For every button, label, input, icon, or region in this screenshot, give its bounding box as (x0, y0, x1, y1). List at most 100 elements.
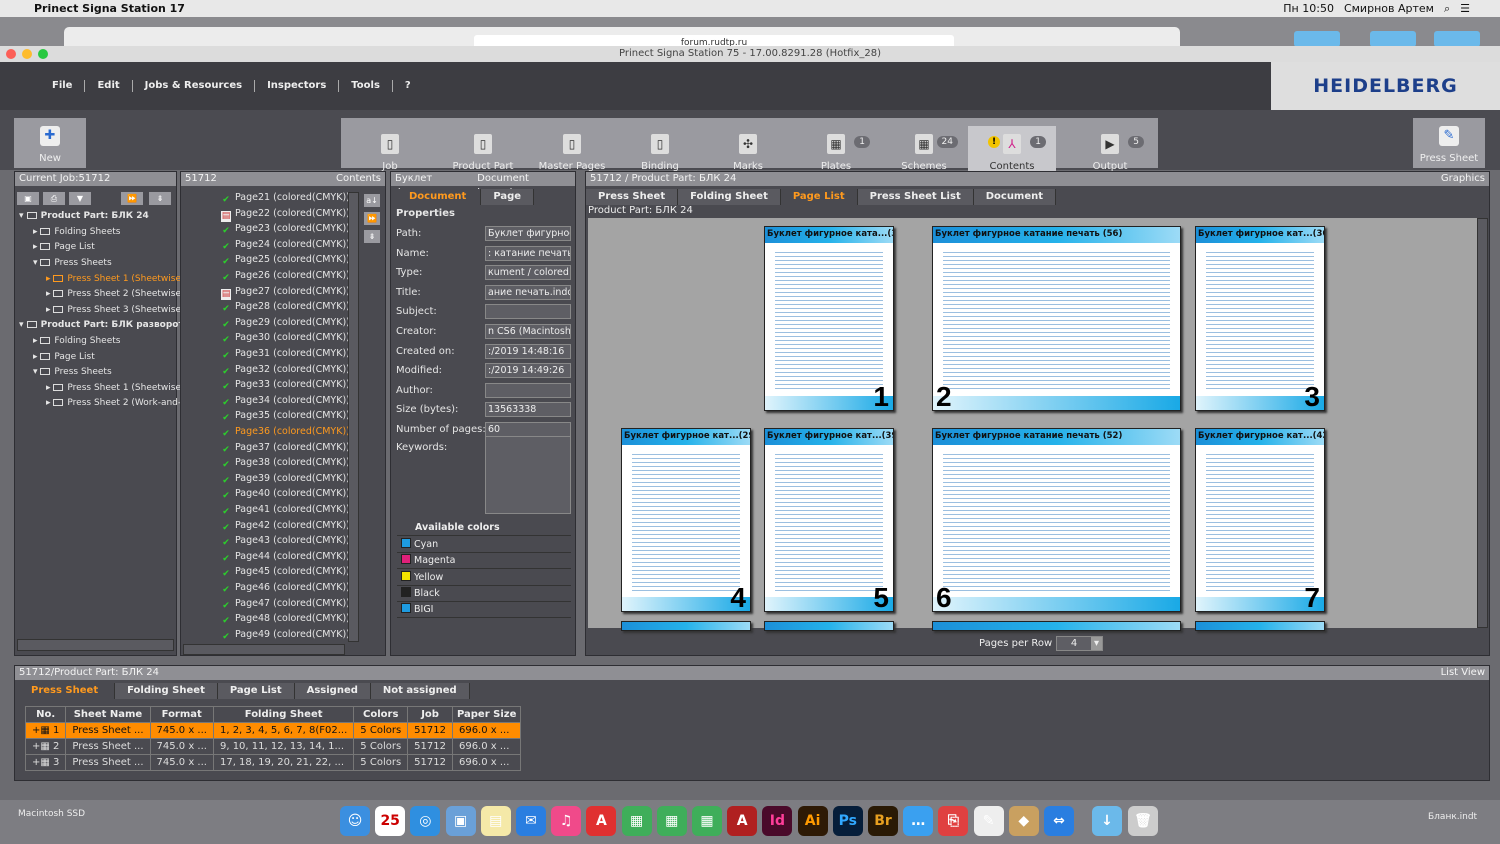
menu-jobs-resources[interactable]: Jobs & Resources (133, 80, 256, 92)
horizontal-scrollbar[interactable] (17, 639, 174, 651)
page-list-item[interactable]: ✔ Page44 (colored(CMYK)) (221, 551, 350, 565)
fast-forward-icon[interactable]: ⏩ (364, 212, 380, 225)
dock-acrobat-pro-icon[interactable]: A (727, 806, 758, 836)
fast-forward-icon[interactable]: ⏩ (121, 192, 143, 205)
color-row[interactable]: Magenta (397, 553, 571, 570)
dock-notes-icon[interactable]: ▤ (480, 806, 511, 836)
page-list-item[interactable]: ▤ Page22 (colored(CMYK)) (221, 208, 350, 222)
page-list-item[interactable]: ✔ Page45 (colored(CMYK)) (221, 566, 350, 580)
dock-finder-icon[interactable]: ☺ (340, 806, 370, 836)
tab-not-assigned[interactable]: Not assigned (370, 683, 470, 699)
property-value-field[interactable]: :/2019 14:49:26 (485, 363, 571, 379)
tab-page-list[interactable]: Page List (217, 683, 295, 699)
dock-teamviewer-icon[interactable]: ⇔ (1044, 806, 1074, 836)
pages-per-row-select[interactable]: 4 ▾ (1056, 636, 1103, 651)
property-value-field[interactable]: n CS6 (Macintosh) (485, 324, 571, 339)
page-thumbnail[interactable] (621, 621, 751, 631)
property-value-field[interactable]: : катание печать (485, 245, 571, 261)
keywords-field[interactable] (485, 436, 571, 514)
step-job[interactable]: ▯ Job (346, 126, 434, 176)
page-list-item[interactable]: ✔ Page41 (colored(CMYK)) (221, 504, 350, 518)
property-value-field[interactable] (485, 382, 571, 398)
dock-safari-icon[interactable]: ◎ (410, 806, 441, 836)
folder-icon[interactable] (1434, 31, 1480, 47)
step-binding[interactable]: ▯ Binding (616, 126, 704, 176)
dock-installer-icon[interactable]: ◆ (1008, 806, 1039, 836)
tree-item[interactable]: ▾ Product Part: БЛК 24 (19, 211, 149, 221)
tab-press-sheet-list[interactable]: Press Sheet List (857, 189, 974, 205)
table-row[interactable]: +▦ 3 Press Sheet ... 745.0 x ... 17, 18, 19… (24, 754, 522, 771)
step-product-part[interactable]: ▯ Product Part (439, 126, 527, 176)
tab-folding-sheet[interactable]: Folding Sheet (115, 683, 218, 699)
user-name[interactable]: Смирнов Артем (1344, 2, 1434, 16)
page-list-item[interactable]: ✔ Page21 (colored(CMYK)) (221, 192, 350, 206)
page-thumbnail[interactable] (1195, 621, 1325, 631)
sort-icon[interactable]: a↓ (364, 194, 380, 207)
page-thumbnail[interactable]: Буклет фигурное кат...(29) 4 (621, 428, 751, 612)
print-icon[interactable]: ⎙ (43, 192, 65, 205)
step-schemes[interactable]: ▦ 24 Schemes (880, 126, 968, 176)
desktop-file-label[interactable]: Бланк.indt (1428, 812, 1477, 822)
tab-document[interactable]: Document (395, 189, 482, 205)
notification-center-icon[interactable]: ☰ (1460, 2, 1470, 16)
dock-textedit-icon[interactable]: ✎ (973, 806, 1004, 836)
dock-acrobat-icon[interactable]: A (586, 806, 617, 836)
new-button[interactable]: ✚ New (14, 118, 86, 168)
page-list-item[interactable]: ✔ Page33 (colored(CMYK)) (221, 379, 350, 393)
tab-page[interactable]: Page (481, 189, 535, 205)
dock-downloads-icon[interactable]: ↓ (1092, 806, 1122, 836)
page-list-item[interactable]: ✔ Page49 (colored(CMYK)) (221, 629, 350, 643)
page-list-item[interactable]: ✔ Page42 (colored(CMYK)) (221, 520, 350, 534)
tree-item[interactable]: ▾ Press Sheets (33, 258, 112, 268)
folder-icon[interactable] (1370, 31, 1416, 47)
tree-item[interactable]: ▸ Press Sheet 2 (Sheetwise (46, 289, 181, 299)
dock-itunes-icon[interactable]: ♫ (551, 806, 582, 836)
table-row[interactable]: +▦ 1 Press Sheet ... 745.0 x ... 1, 2, 3, 4… (24, 722, 522, 739)
dock-screen-sharing-icon[interactable]: ⎘ (938, 806, 969, 836)
expand-icon[interactable]: +▦ (32, 757, 50, 768)
page-thumbnail[interactable] (932, 621, 1181, 631)
color-row[interactable]: Cyan (397, 537, 571, 553)
page-list-item[interactable]: ✔ Page47 (colored(CMYK)) (221, 598, 350, 612)
menu-edit[interactable]: Edit (85, 80, 133, 92)
property-value-field[interactable]: Буклет фигурное (485, 226, 571, 241)
spotlight-icon[interactable]: ⌕ (1444, 2, 1450, 16)
page-list-item[interactable]: ✔ Page39 (colored(CMYK)) (221, 473, 350, 487)
page-thumbnail[interactable]: Буклет фигурное катание печать (56) 2 (932, 226, 1181, 411)
tab-press-sheet[interactable]: Press Sheet (15, 683, 116, 699)
tab-press-sheet[interactable]: Press Sheet (586, 189, 679, 205)
close-window-button[interactable] (6, 49, 16, 59)
page-list-item[interactable]: ✔ Page46 (colored(CMYK)) (221, 582, 350, 596)
property-value-field[interactable]: ание печать.indd (485, 284, 571, 300)
dock-indesign-icon[interactable]: Id (762, 806, 793, 836)
dock-maps1-icon[interactable]: ▦ (621, 806, 652, 836)
collapse-icon[interactable]: ⇟ (364, 230, 380, 243)
dock-trash-icon[interactable]: 🗑 (1128, 806, 1158, 836)
page-list-item[interactable]: ✔ Page36 (colored(CMYK)) (221, 426, 350, 440)
page-list-item[interactable]: ✔ Page25 (colored(CMYK)) (221, 254, 350, 268)
press-sheet-button[interactable]: ✎ Press Sheet (1413, 118, 1485, 168)
dock-photoshop-icon[interactable]: Ps (832, 806, 863, 836)
tab-folding-sheet[interactable]: Folding Sheet (678, 189, 781, 205)
vertical-scrollbar[interactable] (1477, 218, 1488, 628)
tree-item[interactable]: ▸ Press Sheet 1 (Sheetwise (46, 383, 181, 393)
page-list-item[interactable]: ✔ Page28 (colored(CMYK)) (221, 301, 350, 315)
column-header[interactable]: Format (149, 706, 214, 723)
page-thumbnail[interactable]: Буклет фигурное катание печать (52) 6 (932, 428, 1181, 612)
page-thumbnail[interactable] (764, 621, 894, 631)
tree-item[interactable]: ▸ Folding Sheets (33, 227, 120, 237)
property-value-field[interactable]: 60 (485, 422, 571, 437)
dock-illustrator-icon[interactable]: Ai (797, 806, 828, 836)
color-row[interactable]: Black (397, 586, 571, 602)
column-header[interactable]: No. (24, 706, 67, 723)
active-app-name[interactable]: Prinect Signa Station 17 (34, 2, 185, 15)
expand-icon[interactable]: +▦ (32, 741, 50, 752)
column-header[interactable]: Colors (353, 706, 409, 723)
page-list-item[interactable]: ✔ Page40 (colored(CMYK)) (221, 488, 350, 502)
tree-item[interactable]: ▸ Folding Sheets (33, 336, 120, 346)
folder-icon[interactable] (1294, 31, 1340, 47)
dock-maps2-icon[interactable]: ▦ (656, 806, 687, 836)
tree-item[interactable]: ▸ Press Sheet 2 (Work-and- (46, 398, 181, 408)
page-list-item[interactable]: ▤ Page27 (colored(CMYK)) (221, 286, 350, 300)
page-list-item[interactable]: ✔ Page26 (colored(CMYK)) (221, 270, 350, 284)
